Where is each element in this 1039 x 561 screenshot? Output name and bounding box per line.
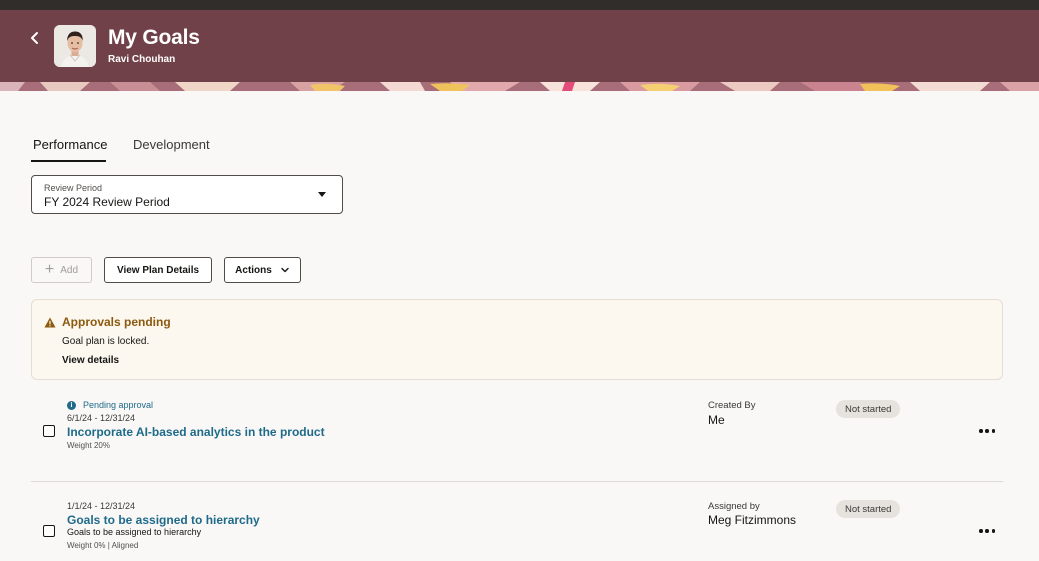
review-period-label: Review Period bbox=[44, 183, 103, 193]
back-button[interactable] bbox=[24, 26, 46, 50]
review-period-select[interactable]: Review Period FY 2024 Review Period bbox=[31, 175, 343, 214]
more-dot bbox=[979, 429, 983, 433]
info-icon: i bbox=[67, 400, 76, 410]
assigned-by-label: Assigned by bbox=[708, 501, 760, 512]
goal-row: i Pending approval 6/1/24 - 12/31/24 Inc… bbox=[31, 390, 1003, 482]
page-header: My Goals Ravi Chouhan bbox=[0, 10, 1039, 82]
goal-title-link[interactable]: Goals to be assigned to hierarchy bbox=[67, 513, 260, 527]
goal-dates: 6/1/24 - 12/31/24 bbox=[67, 413, 136, 423]
top-bar bbox=[0, 0, 1039, 10]
add-button-label: Add bbox=[60, 264, 79, 276]
pending-approval-status: i Pending approval bbox=[67, 400, 153, 410]
more-dot bbox=[985, 429, 989, 433]
created-by-value: Me bbox=[708, 413, 725, 427]
actions-label: Actions bbox=[235, 264, 272, 276]
more-dot bbox=[985, 529, 989, 533]
add-button[interactable]: + Add bbox=[31, 257, 92, 283]
status-badge: Not started bbox=[836, 500, 901, 518]
view-details-link[interactable]: View details bbox=[62, 355, 119, 366]
view-plan-details-label: View Plan Details bbox=[116, 264, 200, 276]
view-plan-details-button[interactable]: View Plan Details bbox=[104, 257, 212, 283]
decorative-banner bbox=[0, 82, 1039, 91]
approvals-pending-message: Approvals pending Goal plan is locked. V… bbox=[31, 299, 1003, 380]
tab-performance[interactable]: Performance bbox=[33, 137, 107, 152]
message-title: Approvals pending bbox=[62, 315, 171, 329]
more-dot bbox=[991, 529, 995, 533]
active-tab-indicator bbox=[31, 160, 106, 162]
status-badge: Not started bbox=[836, 400, 901, 418]
page-title: My Goals bbox=[108, 26, 200, 49]
pending-approval-label: Pending approval bbox=[83, 400, 154, 410]
goal-row: 1/1/24 - 12/31/24 Goals to be assigned t… bbox=[31, 483, 1003, 561]
warning-icon bbox=[44, 317, 56, 328]
created-by-label: Created By bbox=[708, 400, 756, 411]
more-actions-button[interactable] bbox=[975, 424, 999, 438]
goal-dates: 1/1/24 - 12/31/24 bbox=[67, 501, 136, 511]
message-text: Goal plan is locked. bbox=[62, 336, 150, 347]
goal-checkbox[interactable] bbox=[43, 425, 55, 437]
goal-weight: Weight 0% | Aligned bbox=[67, 541, 139, 550]
more-actions-button[interactable] bbox=[975, 524, 999, 538]
chevron-left-icon bbox=[31, 32, 38, 44]
goal-title-link[interactable]: Incorporate AI-based analytics in the pr… bbox=[67, 425, 325, 439]
more-dot bbox=[979, 529, 983, 533]
actions-button[interactable]: Actions bbox=[224, 257, 301, 283]
goal-description: Goals to be assigned to hierarchy bbox=[67, 527, 202, 537]
user-name: Ravi Chouhan bbox=[108, 54, 176, 65]
caret-down-icon bbox=[318, 192, 326, 197]
chevron-down-icon bbox=[281, 267, 289, 273]
goal-checkbox[interactable] bbox=[43, 525, 55, 537]
avatar bbox=[54, 25, 96, 67]
assigned-by-value: Meg Fitzimmons bbox=[708, 513, 797, 527]
goal-weight: Weight 20% bbox=[67, 441, 110, 450]
tab-development[interactable]: Development bbox=[133, 137, 210, 152]
more-dot bbox=[991, 429, 995, 433]
plus-icon: + bbox=[44, 261, 55, 278]
review-period-value: FY 2024 Review Period bbox=[44, 195, 170, 209]
